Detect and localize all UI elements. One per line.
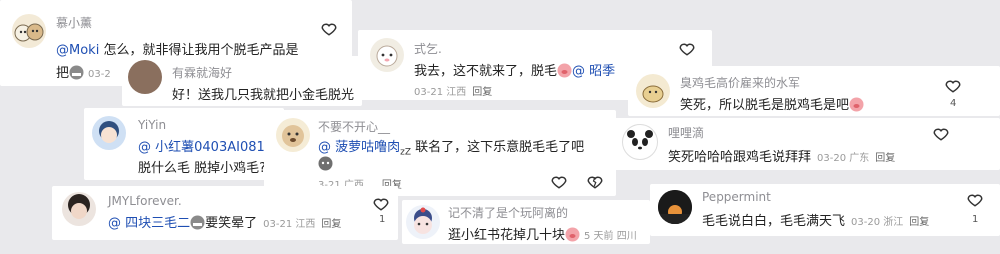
- comment-card: 哩哩滴 笑死哈哈哈跟鸡毛说拜拜 03-20 广东 回复: [614, 118, 1000, 170]
- user-avatar[interactable]: [370, 38, 404, 72]
- user-avatar[interactable]: [62, 192, 96, 226]
- comment-card: 有霖就海好 好！送我几只我就把小金毛脱光: [122, 56, 362, 106]
- comment-username[interactable]: 不要不开心__: [318, 118, 390, 135]
- like-heart-icon[interactable]: [372, 194, 390, 212]
- comment-username[interactable]: 臭鸡毛高价雇来的水军: [680, 74, 800, 91]
- comment-card: JMYLforever. @ 四块三毛二 要笑晕了 03-21 江西 回复 1: [52, 186, 398, 240]
- comment-text-line2: 把 03-2: [56, 65, 111, 81]
- comment-text: 笑死哈哈哈跟鸡毛说拜拜 03-20 广东 回复: [668, 150, 896, 165]
- comment-username[interactable]: Peppermint: [702, 190, 771, 204]
- reply-button[interactable]: 回复: [321, 219, 341, 230]
- girl-photo-icon: [68, 194, 90, 219]
- like-count: 1: [972, 214, 979, 225]
- comment-card: Peppermint 毛毛说白白，毛毛满天飞 03-20 浙江 回复 1: [650, 184, 1000, 236]
- comment-username[interactable]: 有霖就海好: [172, 64, 232, 81]
- comment-username[interactable]: YiYin: [138, 118, 166, 132]
- comment-text: 我去，这不就来了，脱毛 @ 昭季: [414, 63, 616, 79]
- user-avatar[interactable]: [658, 190, 692, 224]
- dog-emoji-icon: [318, 156, 333, 171]
- comment-username[interactable]: JMYLforever.: [108, 194, 182, 208]
- comment-text: 毛毛说白白，毛毛满天飞 03-20 浙江 回复: [702, 214, 930, 229]
- like-heart-icon[interactable]: [966, 190, 984, 208]
- comment-text: @ 菠萝咕噜肉zZ 联名了，这下乐意脱毛毛了吧: [318, 140, 585, 158]
- cartoon-chick-icon: [642, 85, 664, 103]
- comment-card: 不要不开心__ @ 菠萝咕噜肉zZ 联名了，这下乐意脱毛毛了吧 3-21 广西回…: [264, 110, 616, 196]
- comment-card: YiYin @ 小红薯0403AI081 脱什么毛 脱掉小鸡毛?: [84, 108, 284, 180]
- user-avatar[interactable]: [406, 205, 440, 239]
- comment-card: 记不清了是个玩阿离的 逛小红书花掉几十块 5 天前 四川: [402, 200, 650, 244]
- user-mention[interactable]: @ 小红薯0403AI081: [138, 140, 265, 155]
- like-heart-icon[interactable]: [932, 124, 950, 142]
- cute-sheep-icon: [376, 45, 398, 67]
- comment-text: @ 小红薯0403AI081: [138, 136, 265, 155]
- comment-meta: 03-21 江西 回复: [263, 219, 342, 230]
- like-count: 4: [950, 98, 957, 109]
- cartoon-dog-icon: [282, 125, 304, 147]
- reply-button[interactable]: 回复: [875, 153, 895, 164]
- comment-meta: 5 天前 四川: [584, 231, 637, 242]
- anime-girl-icon: [99, 121, 119, 143]
- pig-emoji-icon: [565, 227, 580, 242]
- user-avatar[interactable]: [276, 118, 310, 152]
- user-avatar[interactable]: [622, 124, 658, 160]
- comment-text-line2: 脱什么毛 脱掉小鸡毛?: [138, 161, 267, 176]
- comment-username[interactable]: 慕小薰: [56, 14, 92, 31]
- user-mention[interactable]: @ 菠萝咕噜肉: [318, 140, 400, 155]
- comment-username[interactable]: 式乞.: [414, 40, 442, 57]
- broken-heart-icon[interactable]: [586, 172, 604, 190]
- grimace-emoji-icon: [190, 215, 205, 230]
- user-avatar[interactable]: [12, 14, 46, 48]
- comment-meta: 03-20 广东 回复: [817, 153, 896, 164]
- comment-meta: 03-21 江西 回复: [414, 87, 493, 98]
- user-mention[interactable]: @ 昭季: [572, 64, 615, 79]
- user-avatar[interactable]: [92, 116, 126, 150]
- grimace-emoji-icon: [69, 65, 84, 80]
- like-heart-icon[interactable]: [944, 76, 962, 94]
- comment-username[interactable]: 哩哩滴: [668, 124, 704, 141]
- comment-text: 逛小红书花掉几十块 5 天前 四川: [448, 227, 637, 243]
- comment-date: 03-2: [88, 69, 111, 80]
- user-mention[interactable]: @ 四块三毛二: [108, 216, 190, 231]
- comment-card: 臭鸡毛高价雇来的水军 笑死，所以脱毛是脱鸡毛是吧 4: [628, 66, 1000, 116]
- user-avatar[interactable]: [636, 74, 670, 108]
- comment-username[interactable]: 记不清了是个玩阿离的: [448, 204, 568, 221]
- like-heart-icon[interactable]: [550, 172, 568, 190]
- comment-meta: 03-20 浙江 回复: [851, 217, 930, 228]
- panda-icon: [627, 130, 653, 154]
- user-avatar[interactable]: [128, 60, 162, 94]
- reply-button[interactable]: 回复: [909, 217, 929, 228]
- cartoon-character-icon: [414, 207, 432, 234]
- reply-button[interactable]: 回复: [472, 87, 492, 98]
- pig-emoji-icon: [849, 97, 864, 112]
- comment-text: 笑死，所以脱毛是脱鸡毛是吧: [680, 94, 864, 113]
- sunset-photo-icon: [658, 190, 692, 224]
- like-heart-icon[interactable]: [678, 39, 696, 57]
- like-count: 1: [379, 214, 386, 225]
- comment-text: @ 四块三毛二 要笑晕了 03-21 江西 回复: [108, 215, 342, 231]
- user-mention[interactable]: @Moki: [56, 43, 99, 58]
- comment-text: 好！送我几只我就把小金毛脱光: [172, 88, 355, 103]
- like-heart-icon[interactable]: [320, 19, 338, 37]
- pig-emoji-icon: [557, 63, 572, 78]
- cartoon-pets-icon: [14, 23, 44, 42]
